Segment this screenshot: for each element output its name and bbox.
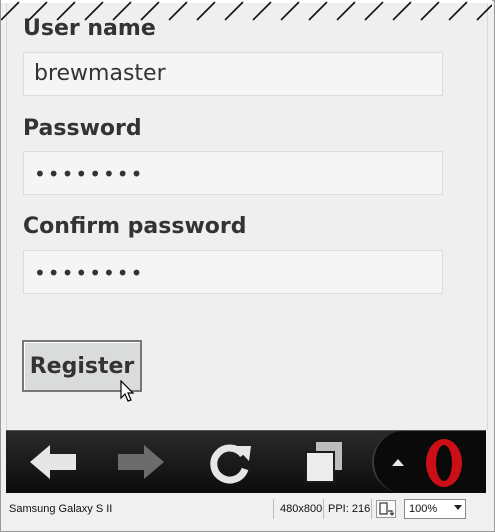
confirm-password-field[interactable]: •••••••• — [23, 250, 443, 294]
password-label: Password — [23, 116, 142, 141]
reload-icon — [210, 444, 251, 484]
mouse-pointer-icon — [120, 380, 135, 402]
confirm-password-label: Confirm password — [23, 214, 247, 239]
resolution-text: 480x800 — [280, 503, 323, 515]
status-separator — [371, 499, 372, 519]
tabs-button[interactable] — [288, 431, 358, 493]
tabs-icon — [305, 442, 342, 483]
back-arrow-icon — [30, 445, 76, 479]
username-label: User name — [23, 16, 156, 41]
status-separator — [323, 499, 324, 519]
username-field[interactable]: brewmaster — [23, 52, 443, 96]
back-button[interactable] — [18, 431, 88, 493]
password-field[interactable]: •••••••• — [23, 151, 443, 195]
status-bar: Samsung Galaxy S II 480x800 PPI: 216 100… — [1, 494, 494, 524]
device-name: Samsung Galaxy S II — [9, 503, 113, 515]
browser-toolbar — [6, 430, 486, 493]
opera-logo-icon[interactable] — [416, 435, 472, 491]
ppi-text: PPI: 216 — [328, 503, 371, 515]
rotate-button[interactable] — [376, 500, 396, 518]
phone-screen: User name brewmaster Password •••••••• C… — [6, 0, 488, 430]
chevron-down-icon — [454, 505, 462, 510]
forward-arrow-icon — [118, 445, 164, 479]
opera-menu-zone[interactable] — [372, 431, 486, 493]
rotate-device-icon — [379, 502, 395, 516]
status-separator — [273, 499, 274, 519]
reload-button[interactable] — [196, 431, 266, 493]
forward-button[interactable] — [106, 431, 176, 493]
zoom-value: 100% — [409, 503, 438, 515]
zoom-select[interactable]: 100% — [404, 499, 466, 519]
